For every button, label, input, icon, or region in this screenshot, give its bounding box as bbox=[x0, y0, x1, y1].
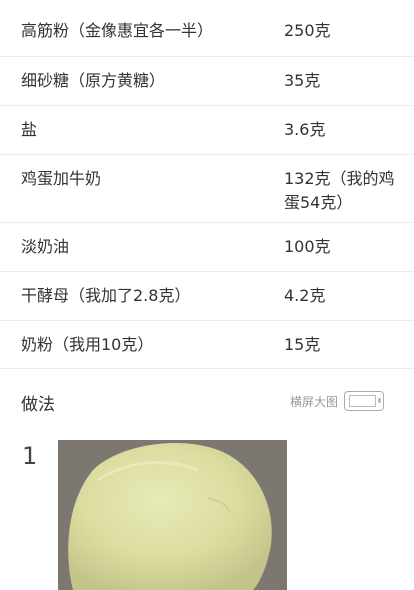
landscape-view-label: 横屏大图 bbox=[290, 394, 339, 409]
ingredient-amount: 250克 bbox=[284, 21, 331, 40]
ingredient-row: 盐 3.6克 bbox=[0, 106, 414, 155]
ingredient-row: 干酵母（我加了2.8克） 4.2克 bbox=[0, 272, 414, 321]
phone-landscape-icon bbox=[344, 391, 385, 411]
ingredient-amount: 4.2克 bbox=[284, 286, 326, 305]
landscape-view-button[interactable]: 横屏大图 bbox=[290, 390, 385, 412]
dough-ball-image bbox=[58, 440, 287, 590]
step-1: 1 bbox=[0, 440, 414, 590]
ingredient-row: 鸡蛋加牛奶 132克（我的鸡蛋54克） bbox=[0, 155, 414, 223]
ingredient-name: 高筋粉（金像惠宜各一半） bbox=[21, 21, 214, 40]
ingredient-amount: 15克 bbox=[284, 335, 321, 354]
ingredient-amount: 35克 bbox=[284, 71, 321, 90]
method-title: 做法 bbox=[21, 395, 55, 415]
ingredient-row: 高筋粉（金像惠宜各一半） 250克 bbox=[0, 0, 414, 57]
ingredient-name: 盐 bbox=[21, 120, 38, 139]
ingredient-amount: 3.6克 bbox=[284, 120, 326, 139]
ingredient-amount: 132克（我的鸡蛋54克） bbox=[284, 169, 395, 212]
ingredient-row: 细砂糖（原方黄糖） 35克 bbox=[0, 57, 414, 106]
ingredient-row: 奶粉（我用10克） 15克 bbox=[0, 321, 414, 369]
dough-ball-photo[interactable] bbox=[58, 440, 287, 590]
ingredient-name: 细砂糖（原方黄糖） bbox=[21, 71, 166, 90]
ingredient-name: 淡奶油 bbox=[21, 237, 70, 256]
method-header: 做法 横屏大图 bbox=[0, 368, 414, 430]
ingredient-row: 淡奶油 100克 bbox=[0, 223, 414, 272]
step-number: 1 bbox=[22, 442, 38, 470]
ingredient-amount: 100克 bbox=[284, 237, 331, 256]
ingredient-name: 奶粉（我用10克） bbox=[21, 335, 154, 354]
ingredient-name: 鸡蛋加牛奶 bbox=[21, 169, 102, 188]
ingredient-name: 干酵母（我加了2.8克） bbox=[21, 286, 191, 305]
